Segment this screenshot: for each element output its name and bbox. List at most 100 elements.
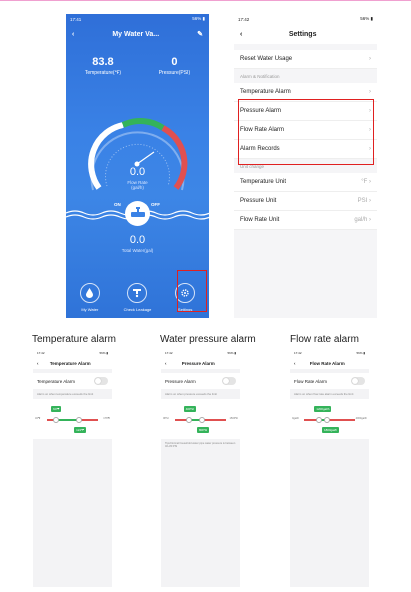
range-max-label: 176℉ xyxy=(103,417,110,420)
page-title: Flow Rate Alarm xyxy=(309,360,345,366)
pressure-value: 0 xyxy=(171,56,178,68)
high-limit-value: 122℉ xyxy=(74,427,86,433)
status-bar: 17:42 56% ▮ xyxy=(290,349,369,357)
pressure-alarm-screen: 17:42 56% ▮ ‹ Pressure Alarm Pressure Alarm A… xyxy=(161,349,240,587)
row-label: Temperature Unit xyxy=(240,179,287,185)
row-value: gal/h › xyxy=(354,217,371,223)
row-label: Temperature Alarm xyxy=(37,378,76,384)
nav-label: Check Leakage xyxy=(123,306,152,312)
alarm-note: Alarm on when flow rate alarm exceeds th… xyxy=(294,392,354,396)
settings-header: ‹ Settings xyxy=(234,24,377,44)
alarm-tip xyxy=(290,439,369,445)
settings-screen: 17:42 56% ▮ ‹ Settings Reset Water Usage… xyxy=(234,14,377,318)
chevron-right-icon: › xyxy=(369,89,371,95)
row-label: Pressure Alarm xyxy=(165,378,196,384)
alarm-header: ‹ Flow Rate Alarm xyxy=(290,357,369,369)
reset-water-usage-row[interactable]: Reset Water Usage › xyxy=(234,50,377,69)
nav-my-water[interactable]: My Water xyxy=(72,282,108,312)
settings-highlight-box xyxy=(177,270,207,312)
high-limit-value: 1800gal/h xyxy=(321,427,340,433)
top-border xyxy=(0,0,411,1)
alarm-highlight-box xyxy=(238,99,374,165)
page-title: Settings xyxy=(288,30,317,38)
alarm-tip xyxy=(33,439,112,445)
page-title: Temperature Alarm xyxy=(49,360,91,366)
range-max-label: 4000gal/h xyxy=(355,417,367,420)
total-water-value: 0.0 xyxy=(129,234,146,246)
valve-icon xyxy=(130,206,145,217)
row-label: Flow Rate Alarm xyxy=(294,378,328,384)
status-time: 17:42 xyxy=(294,351,302,355)
flow-rate-alarm-screen: 17:42 56% ▮ ‹ Flow Rate Alarm Flow Rate Alar… xyxy=(290,349,369,587)
low-limit-value: 1200gal/h xyxy=(314,406,332,412)
flow-rate-label: Flow Rate (gal/h) xyxy=(127,180,148,190)
alarm-toggle-row: Pressure Alarm xyxy=(161,373,240,389)
nav-label: My Water xyxy=(81,306,99,312)
valve-toggle[interactable] xyxy=(125,201,150,226)
range-min-label: 32℉ xyxy=(35,417,41,420)
page-title: Pressure Alarm xyxy=(181,360,215,366)
temperature-value: 83.8 xyxy=(92,56,114,68)
total-water-label: Total Water(gal) xyxy=(121,248,154,253)
low-limit-handle[interactable] xyxy=(53,416,60,423)
range-min-label: 0gal/h xyxy=(292,417,300,420)
status-bar: 17:42 56% ▮ xyxy=(33,349,112,357)
status-indicators: 56% ▮ xyxy=(192,16,205,21)
caption-temperature: Temperature alarm xyxy=(32,334,116,345)
alarm-header: ‹ Temperature Alarm xyxy=(33,357,112,369)
status-bar: 17:42 56% ▮ xyxy=(234,14,377,24)
row-label: Flow Rate Unit xyxy=(240,217,280,223)
caption-flow: Flow rate alarm xyxy=(290,334,359,345)
row-value: °F › xyxy=(361,179,371,185)
low-limit-value: 64℉ xyxy=(51,406,62,412)
valve-on-label[interactable]: ON xyxy=(114,202,121,207)
temperature-metric: 83.8 Temperature(℉) xyxy=(85,56,121,76)
high-limit-handle[interactable] xyxy=(76,416,83,423)
high-limit-handle[interactable] xyxy=(199,416,206,423)
temperature-unit-row[interactable]: Temperature Unit °F › xyxy=(234,173,377,192)
pressure-metric: 0 Pressure(PSI) xyxy=(159,56,190,76)
row-label: Temperature Alarm xyxy=(240,89,291,95)
water-drop-icon xyxy=(79,282,100,303)
pressure-label: Pressure(PSI) xyxy=(158,70,191,76)
alarm-note: Alarm on when temperature exceeds the li… xyxy=(37,392,94,396)
status-time: 17:42 xyxy=(37,351,45,355)
home-header: ‹ My Water Va... ✎ xyxy=(66,24,209,44)
device-title: My Water Va... xyxy=(112,30,160,38)
low-limit-value: 40PSI xyxy=(183,406,196,412)
alarm-toggle-row: Temperature Alarm xyxy=(33,373,112,389)
edit-icon[interactable]: ✎ xyxy=(197,30,203,38)
section-alarm: Alarm & Notification xyxy=(240,73,280,79)
status-time: 17:42 xyxy=(238,16,250,22)
alarm-note: Alarm on when pressure exceeds the limit xyxy=(165,392,217,396)
status-bar: 17:42 56% ▮ xyxy=(161,349,240,357)
alarm-header: ‹ Pressure Alarm xyxy=(161,357,240,369)
status-indicators: 56% ▮ xyxy=(360,16,373,21)
valve-off-label[interactable]: OFF xyxy=(151,202,160,207)
row-label: Reset Water Usage xyxy=(240,56,293,62)
alarm-tip: Tips:Normal household water pipe water p… xyxy=(165,442,236,448)
low-limit-handle[interactable] xyxy=(185,416,192,423)
alarm-toggle[interactable] xyxy=(94,377,108,385)
status-bar: 17:41 56% ▮ xyxy=(66,14,209,24)
status-indicators: 56% ▮ xyxy=(227,351,237,355)
low-limit-handle[interactable] xyxy=(316,416,323,423)
caption-pressure: Water pressure alarm xyxy=(160,334,256,345)
home-screen: 17:41 56% ▮ ‹ My Water Va... ✎ 83.8 Temp… xyxy=(66,14,209,318)
alarm-toggle[interactable] xyxy=(351,377,365,385)
range-slider: 0gal/h 4000gal/h 1200gal/h 1800gal/h xyxy=(290,399,369,439)
chevron-right-icon: › xyxy=(369,56,371,62)
high-limit-value: 80PSI xyxy=(197,427,210,433)
temperature-alarm-screen: 17:42 56% ▮ ‹ Temperature Alarm Temperature … xyxy=(33,349,112,587)
nav-check-leakage[interactable]: Check Leakage xyxy=(119,282,155,312)
status-time: 17:41 xyxy=(70,16,82,22)
row-label: Pressure Unit xyxy=(240,198,277,204)
alarm-toggle[interactable] xyxy=(222,377,236,385)
status-time: 17:42 xyxy=(165,351,173,355)
row-value: PSI › xyxy=(357,198,371,204)
range-slider: 32℉ 176℉ 64℉ 122℉ xyxy=(33,399,112,439)
flow-rate-unit-row[interactable]: Flow Rate Unit gal/h › xyxy=(234,211,377,230)
pressure-unit-row[interactable]: Pressure Unit PSI › xyxy=(234,192,377,211)
high-limit-handle[interactable] xyxy=(323,416,330,423)
range-max-label: 150PSI xyxy=(229,417,238,420)
